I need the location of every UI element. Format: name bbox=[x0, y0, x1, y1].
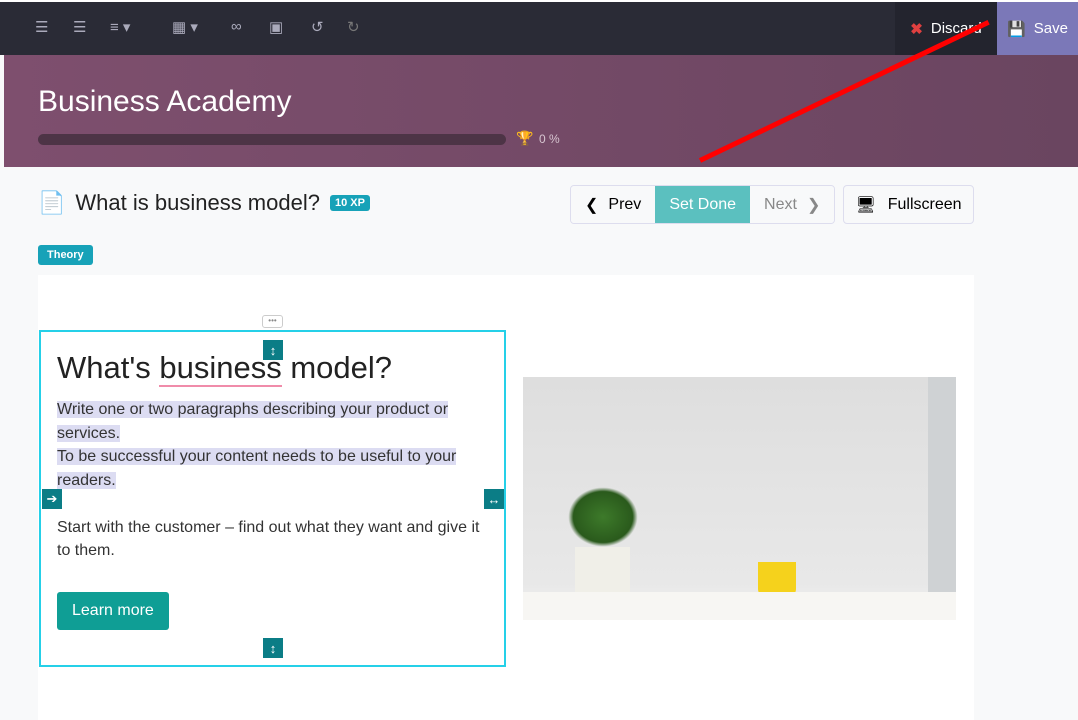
set-done-button[interactable]: Set Done bbox=[655, 186, 751, 223]
xp-badge: 10 XP bbox=[329, 195, 370, 211]
fullscreen-button[interactable]: 🖥 Fullscreen bbox=[843, 185, 974, 224]
desk-image[interactable] bbox=[523, 377, 956, 620]
drag-handle-icon[interactable]: ••• bbox=[262, 315, 283, 328]
editor-toolbar: ☰ ☰ ≡ ▾ ▦ ▾ ∞ ▣ ↺ ↻ ✖ Discard 💾 Save bbox=[0, 0, 1078, 55]
document-icon: 📄 bbox=[38, 190, 66, 215]
monitor-icon: 🖥 bbox=[855, 196, 876, 214]
heading-part: What's bbox=[57, 350, 160, 385]
heading-part: model? bbox=[281, 350, 393, 385]
progress-label: 0 % bbox=[539, 132, 560, 146]
ordered-list-icon[interactable]: ☰ bbox=[73, 18, 86, 36]
lesson-nav: ❮ Prev Set Done Next ❯ bbox=[570, 185, 836, 224]
block-heading[interactable]: What's business model? bbox=[57, 350, 393, 387]
course-title: Business Academy bbox=[38, 85, 292, 118]
course-banner: Business Academy 🏆 0 % bbox=[4, 55, 1078, 167]
paragraph-line: To be successful your content needs to b… bbox=[57, 448, 457, 489]
lesson-header: 📄 What is business model? 10 XP bbox=[38, 190, 370, 216]
paragraph-line: Write one or two paragraphs describing y… bbox=[57, 401, 449, 442]
unordered-list-icon[interactable]: ☰ bbox=[35, 18, 48, 36]
resize-vertical-icon[interactable]: ↕ bbox=[263, 638, 283, 658]
chevron-left-icon: ❮ bbox=[585, 196, 599, 214]
resize-horizontal-icon[interactable]: ↔ bbox=[484, 489, 504, 509]
progress-bar bbox=[38, 134, 506, 145]
block-paragraph[interactable]: Write one or two paragraphs describing y… bbox=[57, 398, 497, 563]
prev-button[interactable]: ❮ Prev bbox=[571, 186, 656, 223]
discard-button[interactable]: ✖ Discard bbox=[895, 2, 997, 55]
text-block[interactable]: What's business model? Write one or two … bbox=[39, 330, 506, 667]
undo-icon[interactable]: ↺ bbox=[311, 18, 324, 36]
table-icon[interactable]: ▦ ▾ bbox=[172, 18, 198, 36]
category-tag: Theory bbox=[38, 245, 93, 265]
save-button[interactable]: 💾 Save bbox=[997, 2, 1078, 55]
save-label: Save bbox=[1033, 20, 1068, 37]
resize-vertical-icon[interactable]: ↕ bbox=[263, 340, 283, 360]
link-icon[interactable]: ∞ bbox=[231, 18, 242, 35]
monitor-shape bbox=[928, 377, 956, 592]
chevron-right-icon: ❯ bbox=[806, 196, 821, 214]
paragraph-line: Start with the customer – find out what … bbox=[57, 518, 480, 560]
lesson-title: What is business model? bbox=[75, 190, 320, 215]
close-icon: ✖ bbox=[910, 20, 923, 38]
plant-shape bbox=[568, 487, 638, 547]
resize-left-icon[interactable]: ➔ bbox=[42, 489, 62, 509]
align-icon[interactable]: ≡ ▾ bbox=[110, 18, 130, 36]
floppy-icon: 💾 bbox=[1007, 20, 1026, 38]
prev-label: Prev bbox=[608, 195, 642, 213]
redo-icon[interactable]: ↻ bbox=[347, 18, 360, 36]
desk-surface bbox=[523, 592, 956, 620]
fullscreen-label: Fullscreen bbox=[887, 195, 962, 213]
trophy-icon: 🏆 bbox=[516, 130, 534, 146]
image-icon[interactable]: ▣ bbox=[269, 18, 283, 36]
learn-more-button[interactable]: Learn more bbox=[57, 592, 169, 630]
next-label: Next bbox=[764, 195, 797, 213]
next-button[interactable]: Next ❯ bbox=[750, 186, 835, 223]
